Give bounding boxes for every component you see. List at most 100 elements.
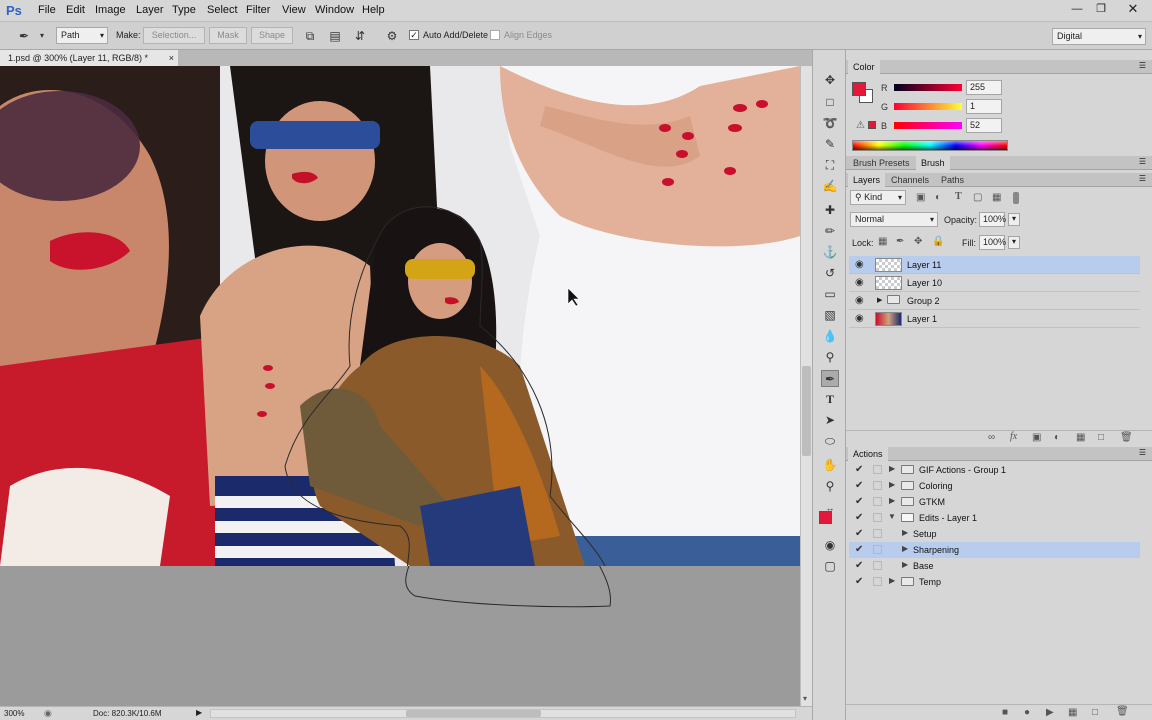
expand-arrow-icon[interactable]: ▶ bbox=[889, 496, 895, 505]
restore-icon[interactable]: ❐ bbox=[1090, 1, 1112, 17]
color-fg-swatch[interactable] bbox=[852, 82, 866, 96]
status-menu-arrow-icon[interactable]: ▶ bbox=[196, 708, 202, 717]
blur-tool-icon[interactable]: 💧 bbox=[821, 328, 839, 345]
tab-color[interactable]: Color bbox=[848, 60, 880, 74]
action-row-setup[interactable]: ✔ ▶ Setup bbox=[849, 526, 1140, 542]
link-layers-icon[interactable]: ∞ bbox=[988, 432, 995, 443]
fill-field[interactable]: 100% bbox=[979, 235, 1006, 250]
panel-menu-icon[interactable]: ☰ bbox=[1139, 174, 1146, 183]
layer-name[interactable]: Layer 11 bbox=[907, 260, 941, 270]
layer-name[interactable]: Layer 1 bbox=[907, 314, 937, 324]
filter-pixel-icon[interactable]: ▣ bbox=[916, 192, 925, 203]
opacity-dropdown-icon[interactable]: ▾ bbox=[1008, 213, 1020, 226]
r-slider[interactable] bbox=[894, 84, 962, 91]
g-slider[interactable] bbox=[894, 103, 962, 110]
dodge-tool-icon[interactable]: ⚲ bbox=[821, 349, 839, 366]
warning-icon[interactable]: ⚠ bbox=[856, 120, 865, 131]
clone-stamp-tool-icon[interactable]: ⚓ bbox=[821, 244, 839, 261]
quick-select-tool-icon[interactable]: ✎ bbox=[821, 136, 839, 153]
visibility-eye-icon[interactable]: ◉ bbox=[855, 295, 864, 306]
lock-position-icon[interactable]: ✥ bbox=[914, 236, 922, 247]
check-icon[interactable]: ✔ bbox=[855, 544, 863, 555]
action-row-gif-actions[interactable]: ✔ ▶ GIF Actions - Group 1 bbox=[849, 462, 1140, 478]
adjustment-layer-icon[interactable]: ◐ bbox=[1054, 432, 1060, 443]
scroll-thumb[interactable] bbox=[802, 366, 811, 456]
close-icon[interactable]: ✕ bbox=[1122, 1, 1144, 17]
new-action-icon[interactable]: □ bbox=[1092, 707, 1098, 718]
action-row-edits-layer-1[interactable]: ✔ ▼ Edits - Layer 1 bbox=[849, 510, 1140, 526]
menu-image[interactable]: Image bbox=[95, 4, 126, 16]
action-row-coloring[interactable]: ✔ ▶ Coloring bbox=[849, 478, 1140, 494]
status-icon[interactable]: ◉ bbox=[44, 708, 52, 719]
r-value-field[interactable]: 255 bbox=[966, 80, 1002, 95]
menu-filter[interactable]: Filter bbox=[246, 4, 270, 16]
check-icon[interactable]: ✔ bbox=[855, 528, 863, 539]
fill-dropdown-icon[interactable]: ▾ bbox=[1008, 236, 1020, 249]
tab-brush-presets[interactable]: Brush Presets bbox=[848, 156, 915, 170]
panel-menu-icon[interactable]: ☰ bbox=[1139, 157, 1146, 166]
new-group-icon[interactable]: ▦ bbox=[1076, 432, 1085, 443]
lock-pixels-icon[interactable]: ✒ bbox=[896, 236, 904, 247]
pen-tool-icon[interactable]: ✒ bbox=[821, 370, 839, 387]
lock-all-icon[interactable]: 🔒 bbox=[932, 236, 944, 247]
canvas-area[interactable] bbox=[0, 66, 800, 706]
gradient-tool-icon[interactable]: ▧ bbox=[821, 307, 839, 324]
menu-window[interactable]: Window bbox=[315, 4, 354, 16]
marquee-tool-icon[interactable]: □ bbox=[821, 94, 839, 111]
tab-layers[interactable]: Layers bbox=[848, 173, 886, 187]
expand-arrow-icon[interactable]: ▶ bbox=[889, 464, 895, 473]
menu-type[interactable]: Type bbox=[172, 4, 196, 16]
dialog-toggle[interactable] bbox=[873, 513, 882, 522]
color-spectrum[interactable] bbox=[852, 140, 1008, 151]
check-icon[interactable]: ✔ bbox=[855, 512, 863, 523]
foreground-color-swatch[interactable] bbox=[819, 511, 832, 524]
dialog-toggle[interactable] bbox=[873, 545, 882, 554]
make-mask-button[interactable]: Mask bbox=[209, 27, 247, 44]
path-operations-icon[interactable]: ⧉ bbox=[302, 28, 318, 44]
layer-style-icon[interactable]: fx bbox=[1010, 431, 1017, 442]
horizontal-scrollbar[interactable] bbox=[210, 709, 796, 718]
vertical-scrollbar[interactable]: ▾ bbox=[800, 66, 812, 706]
path-selection-tool-icon[interactable]: ➤ bbox=[821, 412, 839, 429]
move-tool-icon[interactable]: ✥ bbox=[821, 72, 839, 89]
expand-arrow-icon[interactable]: ▶ bbox=[902, 528, 908, 537]
blend-mode-select[interactable]: Normal ▾ bbox=[850, 212, 938, 227]
dialog-toggle[interactable] bbox=[873, 529, 882, 538]
check-icon[interactable]: ✔ bbox=[855, 560, 863, 571]
visibility-eye-icon[interactable]: ◉ bbox=[855, 313, 864, 324]
action-row-temp[interactable]: ✔ ▶ Temp bbox=[849, 574, 1140, 590]
opacity-field[interactable]: 100% bbox=[979, 212, 1006, 227]
check-icon[interactable]: ✔ bbox=[855, 480, 863, 491]
close-tab-icon[interactable]: × bbox=[169, 50, 174, 66]
play-icon[interactable]: ▶ bbox=[1046, 707, 1054, 718]
zoom-tool-icon[interactable]: ⚲ bbox=[821, 478, 839, 495]
dialog-toggle[interactable] bbox=[873, 561, 882, 570]
collapse-arrow-icon[interactable]: ▼ bbox=[888, 512, 896, 521]
scroll-down-icon[interactable]: ▾ bbox=[803, 694, 807, 703]
layer-row-group-2[interactable]: ◉ ▶ Group 2 bbox=[849, 292, 1140, 310]
tab-paths[interactable]: Paths bbox=[936, 173, 969, 187]
make-selection-button[interactable]: Selection... bbox=[143, 27, 205, 44]
layer-row-layer-1[interactable]: ◉ Layer 1 bbox=[849, 310, 1140, 328]
layer-name[interactable]: Group 2 bbox=[907, 296, 940, 306]
new-set-icon[interactable]: ▦ bbox=[1068, 707, 1077, 718]
brush-tool-icon[interactable]: ✏ bbox=[821, 223, 839, 240]
b-value-field[interactable]: 52 bbox=[966, 118, 1002, 133]
shape-tool-icon[interactable]: ⬭ bbox=[821, 433, 839, 450]
stop-icon[interactable]: ■ bbox=[1002, 707, 1008, 718]
tab-brush[interactable]: Brush bbox=[916, 156, 950, 170]
tab-actions[interactable]: Actions bbox=[848, 447, 888, 461]
b-slider[interactable] bbox=[894, 122, 962, 129]
panel-menu-icon[interactable]: ☰ bbox=[1139, 61, 1146, 70]
dialog-toggle[interactable] bbox=[873, 465, 882, 474]
lock-transparent-icon[interactable]: ▦ bbox=[878, 236, 887, 247]
path-alignment-icon[interactable]: ▤ bbox=[327, 28, 343, 44]
gamut-swatch[interactable] bbox=[868, 121, 876, 129]
panel-menu-icon[interactable]: ☰ bbox=[1139, 448, 1146, 457]
document-tab[interactable]: 1.psd @ 300% (Layer 11, RGB/8) * × bbox=[0, 50, 178, 66]
action-row-sharpening[interactable]: ✔ ▶ Sharpening bbox=[849, 542, 1140, 558]
minimize-icon[interactable]: — bbox=[1066, 1, 1088, 17]
tool-mode-select[interactable]: Path ▾ bbox=[56, 27, 108, 44]
layer-filter-kind[interactable]: ⚲ Kind ▾ bbox=[850, 190, 906, 205]
tab-channels[interactable]: Channels bbox=[886, 173, 934, 187]
